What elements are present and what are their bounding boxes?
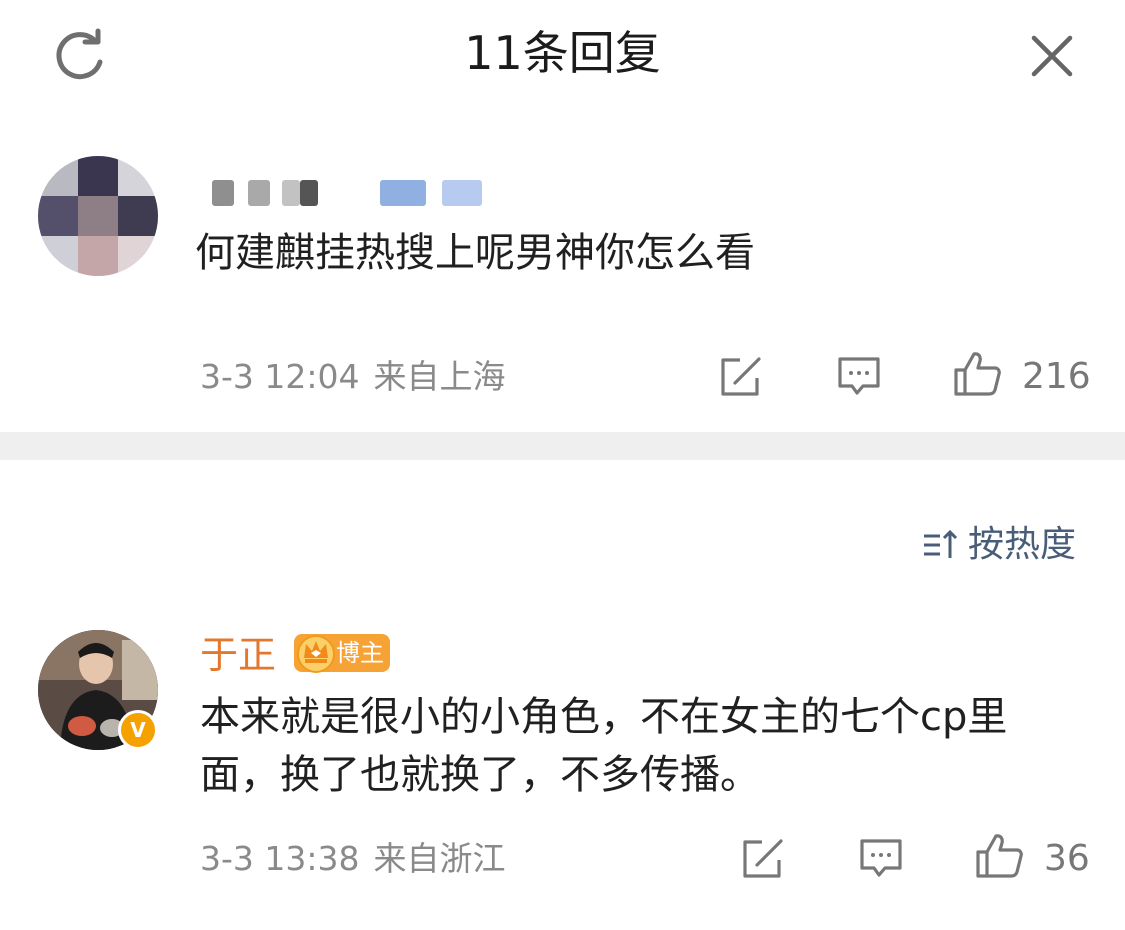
comment-location: 来自上海 [373, 357, 506, 396]
reply-location: 来自浙江 [373, 839, 506, 878]
reply-item: V 于正 博主 本来就是很小的小角色，不在女主的七个cp里面，换了也就换了，不多… [0, 610, 1125, 910]
avatar[interactable] [38, 156, 158, 276]
sort-by-hot-button[interactable]: 按热度 [922, 520, 1076, 570]
blogger-badge: 博主 [294, 634, 390, 673]
reply-time: 3-3 13:38 [200, 839, 360, 878]
reply-meta: 3-3 13:38 来自浙江 [200, 834, 506, 884]
verified-badge: V [118, 710, 158, 750]
comment-icon[interactable] [836, 354, 882, 400]
like-count: 216 [1022, 356, 1091, 397]
crown-icon [297, 635, 335, 673]
like-icon[interactable] [952, 350, 1002, 398]
close-icon[interactable] [1024, 28, 1080, 84]
comment-meta: 3-3 12:04 来自上海 [200, 352, 506, 402]
main-comment: 何建麒挂热搜上呢男神你怎么看 3-3 12:04 来自上海 216 [0, 130, 1125, 430]
badge-label: 博主 [336, 639, 384, 667]
sort-icon [924, 529, 958, 558]
comment-time: 3-3 12:04 [200, 357, 360, 396]
sort-label: 按热度 [968, 524, 1077, 565]
section-divider [0, 432, 1125, 460]
share-icon[interactable] [718, 356, 764, 398]
comment-icon[interactable] [858, 836, 904, 882]
like-icon[interactable] [974, 832, 1024, 880]
share-icon[interactable] [740, 838, 786, 880]
like-count: 36 [1044, 838, 1090, 879]
reply-text: 本来就是很小的小角色，不在女主的七个cp里面，换了也就换了，不多传播。 [200, 694, 1008, 798]
header: 11条回复 [0, 0, 1125, 110]
page-title: 11条回复 [464, 26, 661, 80]
comment-text: 何建麒挂热搜上呢男神你怎么看 [195, 230, 755, 276]
reply-username[interactable]: 于正 [200, 630, 276, 680]
username-blurred[interactable] [212, 180, 492, 206]
